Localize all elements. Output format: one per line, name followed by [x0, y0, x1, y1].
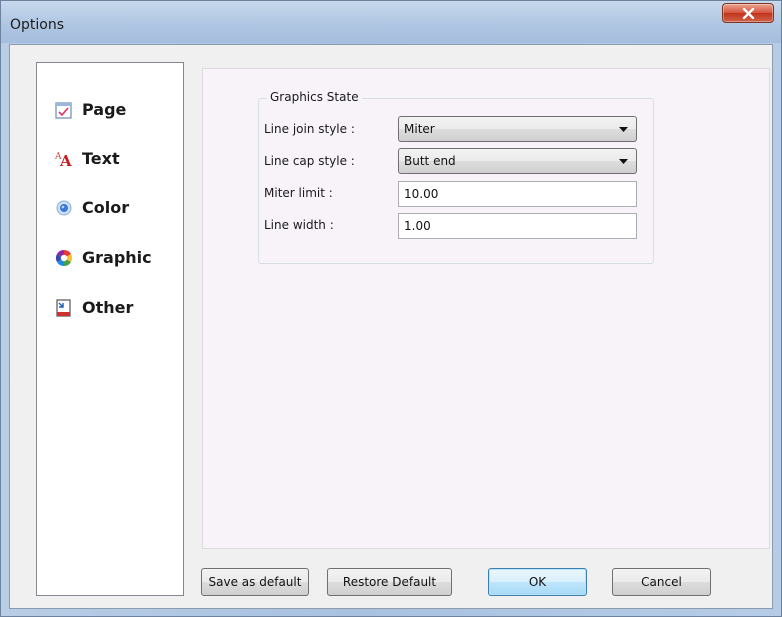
options-dialog: Options Page A A Text Color Graphic Othe… — [0, 0, 782, 617]
color-icon — [54, 198, 74, 218]
sidebar-item-label: Graphic — [82, 248, 152, 267]
line-cap-select[interactable]: Butt end — [398, 148, 637, 174]
sidebar-item-page[interactable]: Page — [37, 95, 183, 125]
sidebar-item-text[interactable]: A A Text — [37, 144, 183, 174]
page-icon — [54, 100, 74, 120]
restore-default-button[interactable]: Restore Default — [327, 568, 452, 596]
sidebar-item-label: Color — [82, 198, 130, 217]
sidebar-item-other[interactable]: Other — [37, 293, 183, 323]
graphic-icon — [54, 248, 74, 268]
dialog-client-area: Page A A Text Color Graphic Other Graphi… — [9, 44, 773, 609]
window-title: Options — [10, 17, 65, 33]
miter-limit-label: Miter limit : — [264, 186, 333, 200]
line-join-select[interactable]: Miter — [398, 116, 637, 142]
sidebar-item-label: Text — [82, 149, 120, 168]
text-icon: A A — [54, 149, 74, 170]
line-width-input[interactable] — [399, 214, 636, 238]
category-list: Page A A Text Color Graphic Other — [36, 62, 184, 596]
save-as-default-button[interactable]: Save as default — [201, 568, 309, 596]
line-cap-label: Line cap style : — [264, 154, 355, 168]
chevron-down-icon — [619, 127, 628, 132]
close-icon — [742, 8, 755, 19]
other-icon — [54, 298, 74, 318]
close-button[interactable] — [722, 3, 774, 23]
sidebar-item-label: Other — [82, 298, 134, 317]
svg-text:A: A — [59, 152, 72, 169]
cancel-button[interactable]: Cancel — [612, 568, 711, 596]
group-title: Graphics State — [267, 90, 362, 104]
line-join-label: Line join style : — [264, 122, 355, 136]
chevron-down-icon — [619, 159, 628, 164]
settings-panel: Graphics State Line join style : Miter L… — [202, 68, 770, 549]
line-join-value: Miter — [404, 122, 435, 136]
line-width-field[interactable] — [398, 213, 637, 239]
ok-button[interactable]: OK — [488, 568, 587, 596]
line-width-label: Line width : — [264, 218, 334, 232]
line-cap-value: Butt end — [404, 154, 456, 168]
sidebar-item-graphic[interactable]: Graphic — [37, 243, 183, 273]
title-bar[interactable]: Options — [1, 1, 781, 43]
sidebar-item-color[interactable]: Color — [37, 193, 183, 223]
miter-limit-field[interactable] — [398, 181, 637, 207]
sidebar-item-label: Page — [82, 100, 127, 119]
miter-limit-input[interactable] — [399, 182, 636, 206]
